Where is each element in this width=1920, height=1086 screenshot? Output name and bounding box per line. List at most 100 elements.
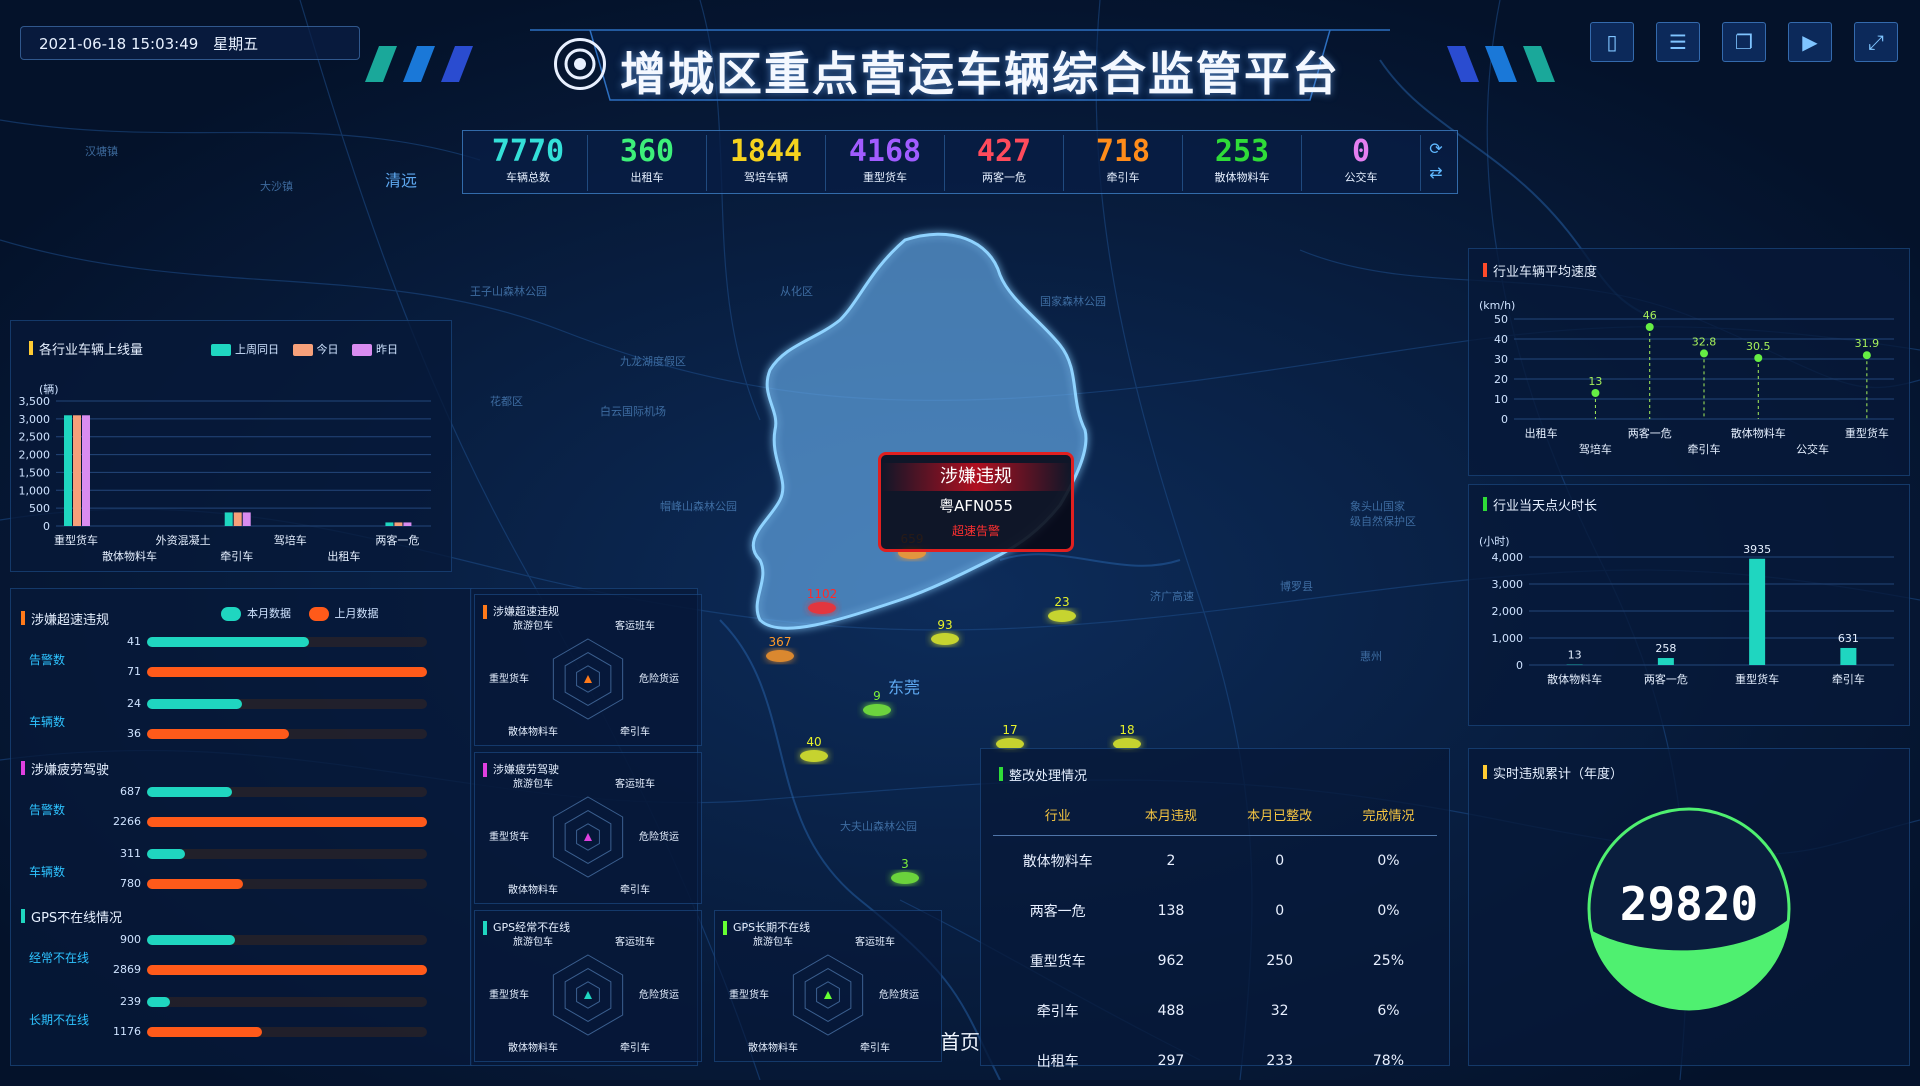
stat-value: 1844 [707,135,825,169]
speed-point[interactable] [1646,323,1654,331]
table-cell: 962 [1122,936,1219,986]
svg-text:王子山森林公园: 王子山森林公园 [470,284,547,298]
stat-2[interactable]: 1844驾培车辆 [707,135,826,191]
y-tick-label: 2,000 [19,449,51,462]
svg-text:白云国际机场: 白云国际机场 [600,404,666,418]
bar-上周同日[interactable] [225,512,233,526]
list-icon[interactable]: ☰ [1656,22,1700,62]
legend-last-swatch [309,607,329,621]
title-banner: 增城区重点营运车辆综合监管平台 [530,20,1390,110]
bar-昨日[interactable] [403,522,411,526]
y-tick-label: 4,000 [1492,551,1524,564]
marker-label: 1102 [807,587,838,601]
y-tick-label: 0 [1516,659,1523,672]
play-icon[interactable]: ▶ [1788,22,1832,62]
rectification-table: 行业本月违规本月已整改完成情况 散体物料车200%两客一危13800%重型货车9… [993,793,1437,1086]
home-link[interactable]: 首页 [940,1026,980,1055]
table-header: 完成情况 [1340,793,1437,836]
x-tick-label: 两客一危 [1644,672,1688,686]
bar-上周同日[interactable] [64,415,72,526]
x-tick-label: 散体物料车 [1731,426,1786,440]
fire-value-label: 13 [1568,649,1582,662]
stat-5[interactable]: 718牵引车 [1064,135,1183,191]
fire-chart-panel: 行业当天点火时长 (小时) 01,0002,0003,0004,00013散体物… [1468,484,1910,726]
violation-bar-fill[interactable] [147,935,235,945]
table-cell: 重型货车 [993,936,1122,986]
radar-shape[interactable] [824,991,832,999]
violation-bars-panel: 本月数据 上月数据 涉嫌超速违规告警数4171车辆数2436涉嫌疲劳驾驶告警数6… [10,588,472,1066]
stat-0[interactable]: 7770车辆总数 [469,135,588,191]
table-row[interactable]: 散体物料车200% [993,836,1437,887]
bar-上周同日[interactable] [385,522,393,526]
radar-chart: 旅游包车客运班车危险货运牵引车散体物料车重型货车 [475,911,701,1061]
bar-今日[interactable] [394,522,402,526]
refresh-icon[interactable]: ⟳⇄ [1421,137,1451,187]
violation-row-label: 告警数 [29,651,65,668]
violation-bar-fill[interactable] [147,997,170,1007]
stat-4[interactable]: 427两客一危 [945,135,1064,191]
table-row[interactable]: 重型货车96225025% [993,936,1437,986]
violation-bar-fill[interactable] [147,637,309,647]
fire-value-label: 258 [1655,642,1676,655]
violation-bar-fill[interactable] [147,879,243,889]
stat-3[interactable]: 4168重型货车 [826,135,945,191]
radar-card: 涉嫌超速违规旅游包车客运班车危险货运牵引车散体物料车重型货车 [474,594,702,746]
speed-point[interactable] [1754,354,1762,362]
table-cell: 138 [1122,886,1219,936]
violation-bar-fill[interactable] [147,817,427,827]
violation-bar-fill[interactable] [147,699,242,709]
stat-label: 重型货车 [826,169,944,185]
map-marker[interactable]: 367 [766,635,794,662]
radar-shape[interactable] [584,833,592,841]
speed-value-label: 30.5 [1746,340,1771,353]
radar-shape[interactable] [584,991,592,999]
fire-bar[interactable] [1658,658,1674,665]
header-stripes-left [355,44,475,84]
x-tick-label: 公交车 [1796,442,1829,456]
marker-label: 367 [769,635,792,649]
table-cell: 两客一危 [993,886,1122,936]
table-row[interactable]: 出租车29723378% [993,1036,1437,1086]
speed-point[interactable] [1863,351,1871,359]
violation-alert-popup[interactable]: 涉嫌违规 粤AFN055 超速告警 [878,452,1074,552]
table-row[interactable]: 牵引车488326% [993,986,1437,1036]
fire-bar[interactable] [1840,648,1856,665]
speed-point[interactable] [1700,349,1708,357]
speed-value-label: 46 [1643,309,1657,322]
stat-1[interactable]: 360出租车 [588,135,707,191]
stat-7[interactable]: 0公交车 [1302,135,1421,191]
radar-chart: 旅游包车客运班车危险货运牵引车散体物料车重型货车 [715,911,941,1061]
speed-value-label: 32.8 [1692,335,1717,348]
bar-昨日[interactable] [82,415,90,526]
violation-bar-track [147,787,427,797]
map-marker[interactable]: 1102 [807,587,838,614]
bar-今日[interactable] [73,415,81,526]
legend-swatch-0 [211,344,231,356]
monitor-icon[interactable]: ▯ [1590,22,1634,62]
copy-icon[interactable]: ❐ [1722,22,1766,62]
stat-6[interactable]: 253散体物料车 [1183,135,1302,191]
fullscreen-icon[interactable]: ⤢ [1854,22,1898,62]
violation-bar-fill[interactable] [147,1027,262,1037]
svg-text:帽峰山森林公园: 帽峰山森林公园 [660,499,737,513]
svg-text:国家森林公园: 国家森林公园 [1040,294,1106,308]
violation-bar-fill[interactable] [147,729,289,739]
radar-axis-label: 重型货车 [729,988,769,1001]
radar-shape[interactable] [584,675,592,683]
bar-昨日[interactable] [243,512,251,526]
bar-今日[interactable] [234,512,242,526]
speed-point[interactable] [1591,389,1599,397]
violation-bar-fill[interactable] [147,787,232,797]
violation-bar-fill[interactable] [147,849,185,859]
violation-group-title: 涉嫌疲劳驾驶 [21,759,109,778]
violation-bar-fill[interactable] [147,667,427,677]
stat-value: 7770 [469,135,587,169]
marker-dot [891,872,919,884]
fire-bar[interactable] [1749,559,1765,665]
marker-label: 18 [1119,723,1134,737]
violation-bar-fill[interactable] [147,965,427,975]
speed-chart-panel: 行业车辆平均速度 (km/h) 01020304050出租车驾培车13两客一危4… [1468,248,1910,476]
table-header: 本月违规 [1122,793,1219,836]
marker-dot [863,704,891,716]
table-row[interactable]: 两客一危13800% [993,886,1437,936]
